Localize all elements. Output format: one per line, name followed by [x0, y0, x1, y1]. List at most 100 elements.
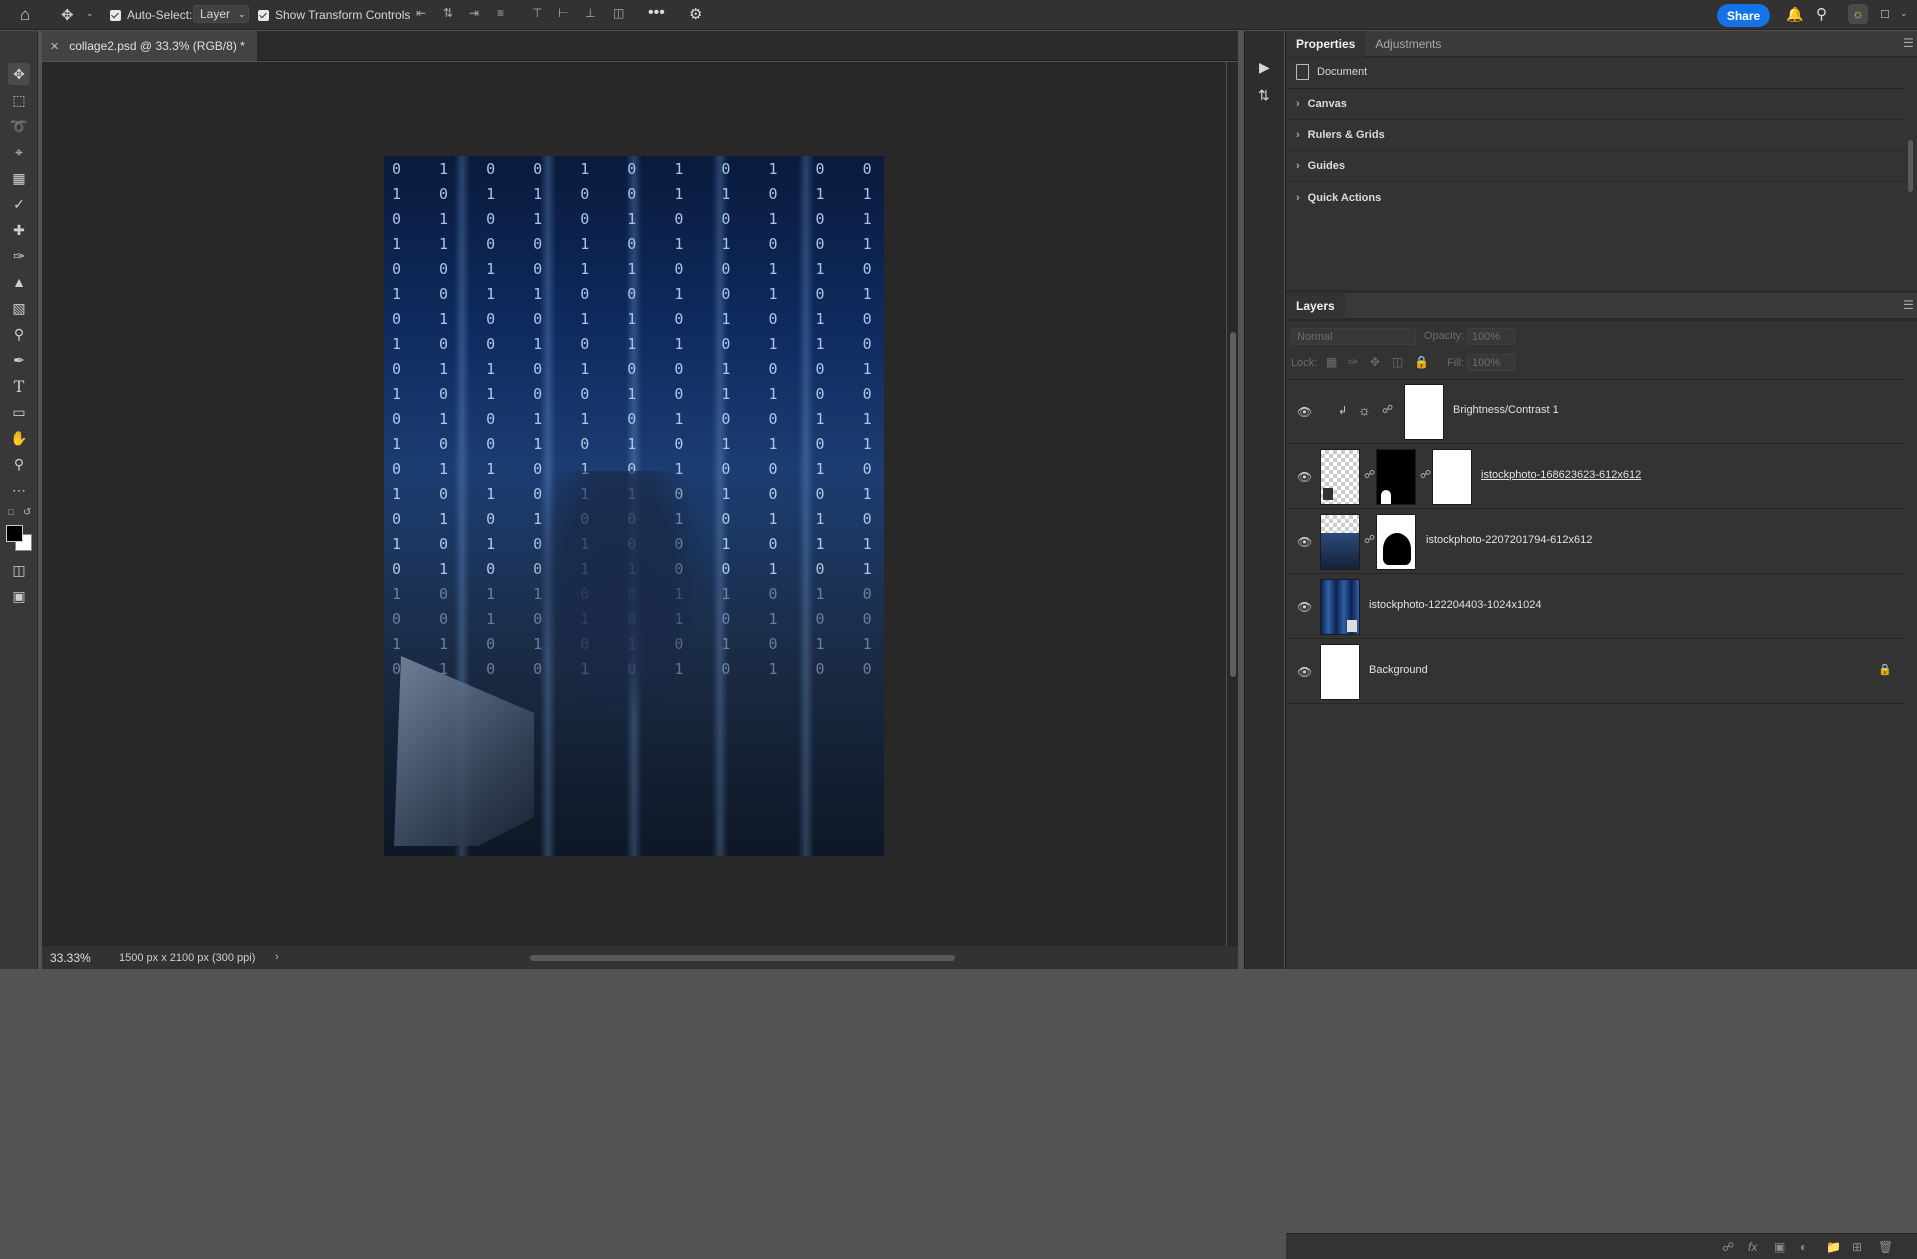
properties-scrollbar[interactable]	[1908, 140, 1913, 192]
add-mask-icon[interactable]: ▣	[1774, 1240, 1785, 1254]
layer-thumbnail[interactable]	[1320, 449, 1360, 505]
rectangle-tool-icon[interactable]: ▭	[8, 401, 30, 423]
lock-position-icon[interactable]: ✥	[1370, 355, 1380, 369]
vertical-scrollbar[interactable]	[1227, 62, 1238, 946]
layer-name[interactable]: istockphoto-122204403-1024x1024	[1369, 599, 1541, 611]
eye-icon[interactable]: 👁	[1297, 600, 1312, 614]
history-icon[interactable]: ⇅	[1258, 87, 1270, 104]
lightbulb-icon[interactable]: ☼	[1848, 4, 1868, 24]
marquee-tool-icon[interactable]: ⬚	[8, 89, 30, 111]
more-options-icon[interactable]: •••	[648, 4, 665, 22]
panel-menu-icon[interactable]: ☰	[1903, 298, 1914, 312]
layer-row[interactable]: 👁 istockphoto-122204403-1024x1024	[1286, 575, 1906, 639]
healing-brush-icon[interactable]: ✚	[8, 219, 30, 241]
fx-icon[interactable]: fx	[1748, 1240, 1757, 1254]
tab-properties[interactable]: Properties	[1286, 30, 1366, 57]
layer-name[interactable]: Background	[1369, 664, 1428, 676]
align-hcenter-icon[interactable]: ⇅	[443, 6, 453, 20]
crop-tool-icon[interactable]: ⌖	[8, 141, 30, 163]
lock-transparent-icon[interactable]: ▦	[1326, 355, 1337, 369]
adjustment-layer-icon[interactable]: ◐	[1800, 1240, 1807, 1254]
align-bottom-icon[interactable]: ⊥	[585, 6, 595, 20]
chevron-right-icon[interactable]: ›	[275, 951, 279, 963]
layer-name[interactable]: istockphoto-2207201794-612x612	[1426, 534, 1592, 546]
link-icon[interactable]: ☍	[1364, 468, 1375, 481]
link-icon[interactable]: ☍	[1420, 468, 1431, 481]
workspace-icon[interactable]: □	[1881, 6, 1889, 21]
section-quick-actions[interactable]: › Quick Actions	[1286, 182, 1906, 213]
horizontal-scrollbar[interactable]	[530, 955, 955, 961]
fill-field[interactable]: 100%	[1467, 354, 1515, 371]
more-tools-icon[interactable]: ⋯	[8, 479, 30, 501]
auto-select-dropdown[interactable]: Layer ⌄	[193, 5, 249, 23]
align-left-icon[interactable]: ⇤	[416, 6, 426, 20]
hand-tool-icon[interactable]: ✋	[8, 427, 30, 449]
zoom-level[interactable]: 33.33%	[50, 951, 91, 965]
layer-mask-thumbnail[interactable]	[1376, 449, 1416, 505]
lock-pixels-icon[interactable]: ✑	[1348, 355, 1358, 369]
distribute-spacing-icon[interactable]: ◫	[613, 6, 624, 20]
blend-mode-dropdown[interactable]: Normal	[1291, 328, 1416, 345]
eyedropper-tool-icon[interactable]: ✓	[8, 193, 30, 215]
chevron-down-icon[interactable]: ⌄	[86, 8, 94, 19]
tab-layers[interactable]: Layers	[1286, 292, 1345, 319]
chevron-down-icon[interactable]: ⌄	[1900, 8, 1908, 19]
gear-icon[interactable]: ⚙	[689, 5, 702, 23]
zoom-tool-icon[interactable]: ⚲	[8, 453, 30, 475]
layer-row[interactable]: 👁 ☍ ☍ istockphoto-168623623-612x612	[1286, 445, 1906, 509]
search-icon[interactable]: ⚲	[1816, 5, 1827, 23]
lock-all-icon[interactable]: 🔒	[1414, 355, 1429, 369]
foreground-color-swatch[interactable]	[6, 525, 23, 542]
gradient-tool-icon[interactable]: ▧	[8, 297, 30, 319]
canvas-area[interactable]: 0 1 0 0 1 0 1 0 1 0 0 1 01 0 1 1 0 0 1 1…	[42, 62, 1226, 946]
section-rulers-grids[interactable]: › Rulers & Grids	[1286, 120, 1906, 151]
layer-mask-thumbnail[interactable]	[1404, 384, 1444, 440]
screen-mode-icon[interactable]: ◫	[8, 559, 30, 581]
opacity-field[interactable]: 100%	[1467, 328, 1515, 345]
layer-mask-thumbnail[interactable]	[1432, 449, 1472, 505]
share-button[interactable]: Share	[1717, 4, 1770, 27]
eye-icon[interactable]: 👁	[1297, 405, 1312, 419]
move-tool-icon[interactable]: ✥	[8, 63, 30, 85]
scroll-thumb[interactable]	[1230, 332, 1236, 677]
section-canvas[interactable]: › Canvas	[1286, 89, 1906, 120]
new-group-icon[interactable]: 📁	[1826, 1240, 1841, 1254]
document-canvas[interactable]: 0 1 0 0 1 0 1 0 1 0 0 1 01 0 1 1 0 0 1 1…	[384, 156, 884, 856]
play-actions-icon[interactable]: ▶	[1259, 59, 1270, 76]
layer-thumbnail[interactable]	[1320, 644, 1360, 700]
eye-icon[interactable]: 👁	[1297, 535, 1312, 549]
eye-icon[interactable]: 👁	[1297, 665, 1312, 679]
home-icon[interactable]: ⌂	[20, 5, 30, 25]
section-guides[interactable]: › Guides	[1286, 151, 1906, 182]
layer-mask-thumbnail[interactable]	[1376, 514, 1416, 570]
pen-tool-icon[interactable]: ✒	[8, 349, 30, 371]
layer-name[interactable]: Brightness/Contrast 1	[1453, 404, 1559, 416]
lock-artboard-icon[interactable]: ◫	[1392, 355, 1403, 369]
align-top-icon[interactable]: ⊤	[532, 6, 542, 20]
layer-name[interactable]: istockphoto-168623623-612x612	[1481, 469, 1641, 481]
panel-menu-icon[interactable]: ☰	[1903, 36, 1914, 50]
quick-mask-icon[interactable]: ▣	[8, 585, 30, 607]
align-vcenter-icon[interactable]: ⊢	[558, 6, 568, 20]
close-icon[interactable]: ✕	[50, 40, 59, 53]
swap-colors-icon[interactable]: □	[8, 507, 13, 517]
layer-row[interactable]: 👁 ↲ ☼ ☍ Brightness/Contrast 1	[1286, 380, 1906, 444]
move-tool-icon[interactable]: ✥	[61, 6, 74, 24]
bell-icon[interactable]: 🔔	[1786, 6, 1803, 23]
align-right-icon[interactable]: ⇥	[469, 6, 479, 20]
swap-arrow-icon[interactable]: ↺	[23, 507, 31, 518]
auto-select-checkbox[interactable]	[110, 10, 121, 21]
dodge-tool-icon[interactable]: ⚲	[8, 323, 30, 345]
eye-icon[interactable]: 👁	[1297, 470, 1312, 484]
stamp-tool-icon[interactable]: ▲	[8, 271, 30, 293]
lasso-tool-icon[interactable]: ➰	[8, 115, 30, 137]
document-tab[interactable]: ✕ collage2.psd @ 33.3% (RGB/8) *	[42, 31, 257, 61]
layer-row[interactable]: 👁 Background 🔒	[1286, 640, 1906, 704]
link-icon[interactable]: ☍	[1382, 403, 1393, 416]
trash-icon[interactable]: 🗑	[1878, 1240, 1893, 1254]
new-layer-icon[interactable]: ⊞	[1852, 1240, 1862, 1254]
layer-thumbnail[interactable]	[1320, 514, 1360, 570]
tab-adjustments[interactable]: Adjustments	[1365, 31, 1451, 57]
link-layers-icon[interactable]: ☍	[1722, 1240, 1734, 1254]
brush-tool-icon[interactable]: ✑	[8, 245, 30, 267]
